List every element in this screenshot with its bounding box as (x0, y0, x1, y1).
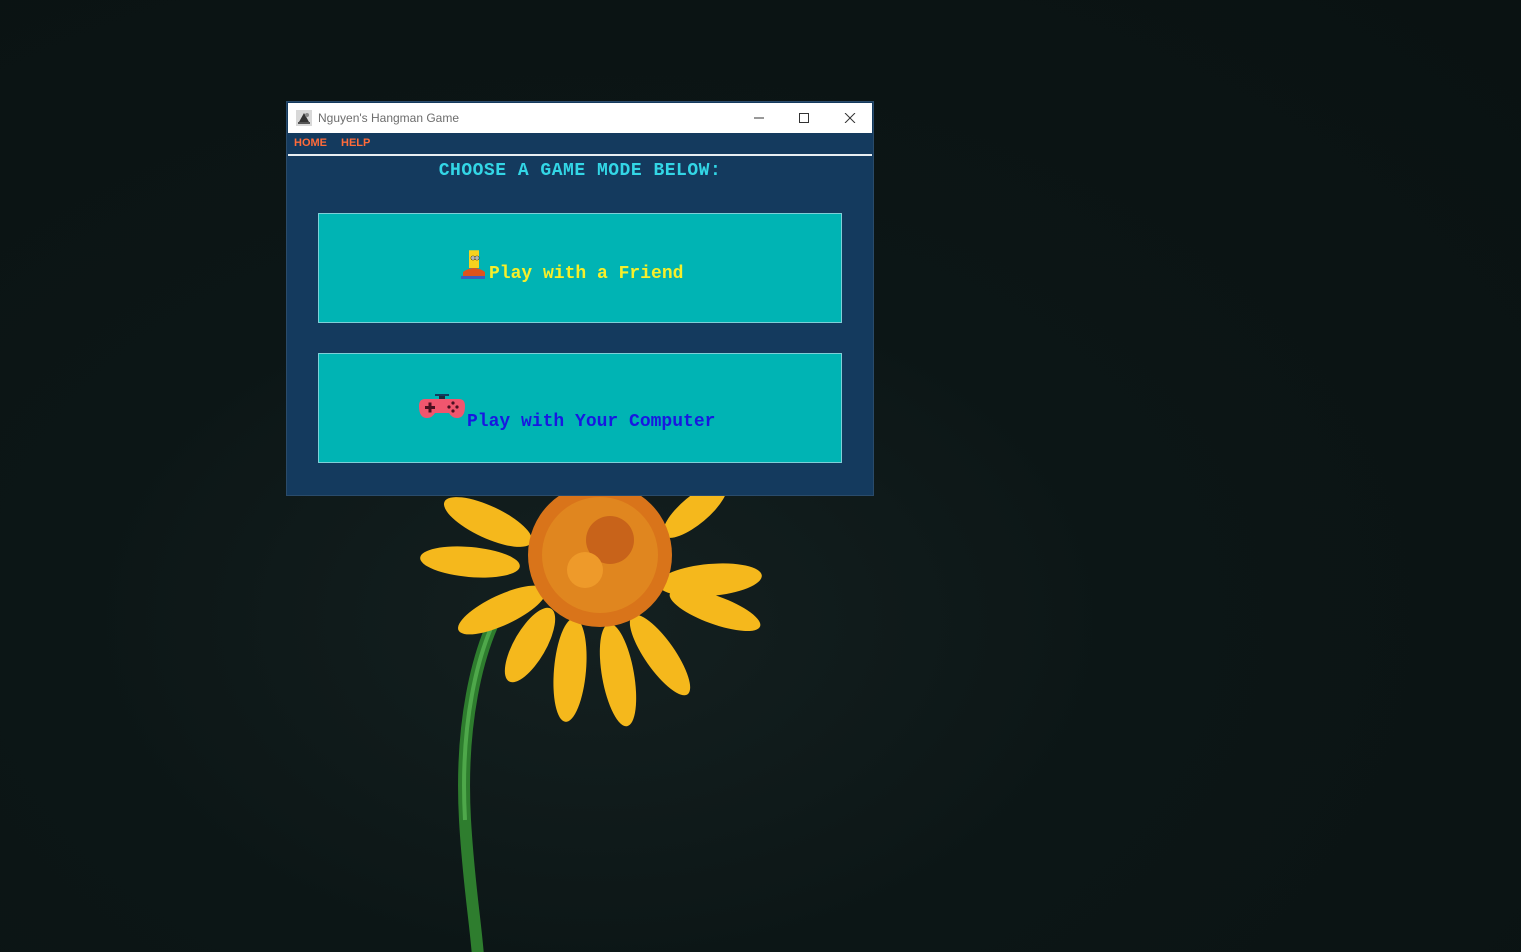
app-window: Nguyen's Hangman Game HOME HELP CHOOSE A… (287, 102, 873, 495)
java-app-icon (296, 110, 312, 126)
gamepad-icon (419, 394, 465, 418)
menu-divider (288, 154, 872, 156)
flower-image (420, 482, 762, 727)
play-with-friend-label: Play with a Friend (489, 264, 684, 284)
menu-home[interactable]: HOME (294, 137, 327, 149)
menu-help[interactable]: HELP (341, 137, 370, 149)
page-heading: CHOOSE A GAME MODE BELOW: (438, 161, 722, 181)
minimize-icon (754, 117, 764, 119)
desktop-wallpaper: Nguyen's Hangman Game HOME HELP CHOOSE A… (0, 0, 1521, 952)
menu-bar: HOME HELP (288, 133, 872, 156)
play-with-friend-button[interactable]: Play with a Friend (318, 213, 842, 323)
window-title: Nguyen's Hangman Game (318, 111, 460, 125)
close-button[interactable] (827, 103, 872, 133)
minimize-button[interactable] (736, 103, 781, 133)
play-with-computer-label: Play with Your Computer (467, 412, 716, 432)
bart-icon (461, 250, 485, 279)
title-bar[interactable]: Nguyen's Hangman Game (288, 103, 872, 133)
close-icon (844, 113, 856, 123)
maximize-button[interactable] (781, 103, 826, 133)
play-with-computer-button[interactable]: Play with Your Computer (318, 353, 842, 463)
maximize-icon (799, 113, 809, 123)
